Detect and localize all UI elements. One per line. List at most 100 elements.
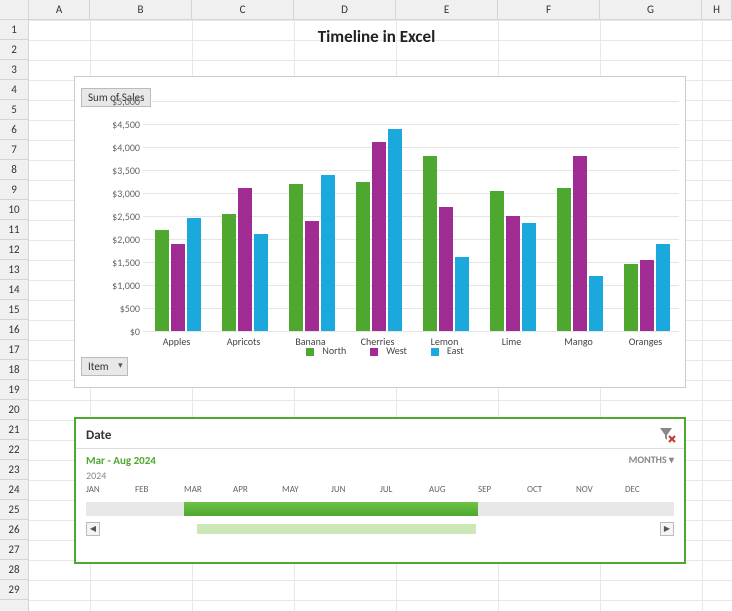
row-header[interactable]: 16 — [0, 320, 28, 340]
row-header[interactable]: 6 — [0, 120, 28, 140]
column-header[interactable]: B — [90, 0, 192, 20]
row-header[interactable]: 27 — [0, 540, 28, 560]
row-header[interactable]: 15 — [0, 300, 28, 320]
bar[interactable] — [388, 129, 402, 331]
row-header[interactable]: 1 — [0, 20, 28, 40]
row-header[interactable]: 12 — [0, 240, 28, 260]
row-header[interactable]: 7 — [0, 140, 28, 160]
bar[interactable] — [506, 216, 520, 331]
x-axis-label: Apples — [143, 335, 210, 348]
y-axis-label: $1,000 — [105, 279, 140, 292]
row-header[interactable]: 13 — [0, 260, 28, 280]
y-axis-label: $2,500 — [105, 210, 140, 223]
bar[interactable] — [589, 276, 603, 331]
timeline-track[interactable] — [86, 502, 674, 516]
column-header[interactable]: H — [702, 0, 732, 20]
column-header[interactable]: C — [192, 0, 294, 20]
bar[interactable] — [423, 156, 437, 331]
timeline-month-label: JUL — [380, 484, 392, 495]
clear-filter-icon[interactable] — [658, 425, 676, 443]
scroll-left-button[interactable]: ◀ — [86, 522, 100, 536]
timeline-month-label: MAY — [282, 484, 299, 495]
bar[interactable] — [171, 244, 185, 331]
x-axis-label: Lemon — [411, 335, 478, 348]
pivot-chart[interactable]: Sum of Sales Item NorthWestEast $0$500$1… — [74, 76, 686, 388]
timeline-month-label: SEP — [478, 484, 491, 495]
bar[interactable] — [656, 244, 670, 331]
select-all-corner[interactable] — [0, 0, 29, 20]
timeline-month-label: MAR — [184, 484, 202, 495]
timeline-scrollbar-thumb[interactable] — [197, 524, 476, 534]
timeline-level-selector[interactable]: MONTHS ▾ — [629, 453, 674, 466]
column-header[interactable]: D — [294, 0, 396, 20]
bar[interactable] — [490, 191, 504, 331]
y-axis-label: $4,500 — [105, 118, 140, 131]
row-header[interactable]: 29 — [0, 580, 28, 600]
bar[interactable] — [573, 156, 587, 331]
row-header[interactable]: 18 — [0, 360, 28, 380]
row-header[interactable]: 3 — [0, 60, 28, 80]
bar[interactable] — [624, 264, 638, 331]
x-axis-label: Oranges — [612, 335, 679, 348]
timeline-month-label: NOV — [576, 484, 593, 495]
row-header[interactable]: 8 — [0, 160, 28, 180]
bar[interactable] — [289, 184, 303, 331]
row-header[interactable]: 23 — [0, 460, 28, 480]
row-header[interactable]: 20 — [0, 400, 28, 420]
row-header[interactable]: 5 — [0, 100, 28, 120]
bar[interactable] — [305, 221, 319, 331]
bar[interactable] — [238, 188, 252, 331]
bar[interactable] — [557, 188, 571, 331]
bar[interactable] — [155, 230, 169, 331]
row-header[interactable]: 19 — [0, 380, 28, 400]
timeline-range-label: Mar - Aug 2024 — [86, 454, 156, 467]
row-header[interactable]: 2 — [0, 40, 28, 60]
row-header[interactable]: 22 — [0, 440, 28, 460]
y-axis-label: $5,000 — [105, 95, 140, 108]
column-header[interactable]: G — [600, 0, 702, 20]
timeline-title: Date — [86, 428, 111, 443]
timeline-month-label: DEC — [625, 484, 640, 495]
bar[interactable] — [222, 214, 236, 331]
row-header[interactable]: 11 — [0, 220, 28, 240]
field-button-axis[interactable]: Item — [81, 357, 128, 376]
y-axis-label: $500 — [105, 302, 140, 315]
row-header[interactable]: 9 — [0, 180, 28, 200]
timeline-year: 2024 — [76, 469, 684, 482]
timeline-month-label: JUN — [331, 484, 345, 495]
bar[interactable] — [254, 234, 268, 331]
column-header[interactable]: E — [396, 0, 498, 20]
row-header[interactable]: 28 — [0, 560, 28, 580]
row-header[interactable]: 17 — [0, 340, 28, 360]
bar[interactable] — [455, 257, 469, 331]
timeline-month-label: AUG — [429, 484, 446, 495]
bar[interactable] — [372, 142, 386, 331]
x-axis-label: Apricots — [210, 335, 277, 348]
y-axis-label: $3,500 — [105, 164, 140, 177]
row-header[interactable]: 21 — [0, 420, 28, 440]
row-header[interactable]: 4 — [0, 80, 28, 100]
y-axis-label: $4,000 — [105, 141, 140, 154]
column-header[interactable]: F — [498, 0, 600, 20]
bar[interactable] — [439, 207, 453, 331]
bar[interactable] — [356, 182, 370, 332]
x-axis-label: Banana — [277, 335, 344, 348]
y-axis-label: $0 — [105, 325, 140, 338]
y-axis-label: $3,000 — [105, 187, 140, 200]
bar[interactable] — [321, 175, 335, 331]
bar[interactable] — [640, 260, 654, 331]
row-header[interactable]: 14 — [0, 280, 28, 300]
scroll-right-button[interactable]: ▶ — [660, 522, 674, 536]
row-header[interactable]: 24 — [0, 480, 28, 500]
row-header[interactable]: 26 — [0, 520, 28, 540]
bar[interactable] — [187, 218, 201, 331]
column-header[interactable]: A — [29, 0, 90, 20]
bar[interactable] — [522, 223, 536, 331]
x-axis-label: Mango — [545, 335, 612, 348]
row-header[interactable]: 25 — [0, 500, 28, 520]
timeline-selection[interactable] — [184, 502, 478, 516]
timeline-month-label: OCT — [527, 484, 542, 495]
row-header[interactable]: 10 — [0, 200, 28, 220]
timeline-month-label: APR — [233, 484, 248, 495]
timeline-slicer[interactable]: Date Mar - Aug 2024 MONTHS ▾ 2024 JANFEB… — [74, 417, 686, 564]
